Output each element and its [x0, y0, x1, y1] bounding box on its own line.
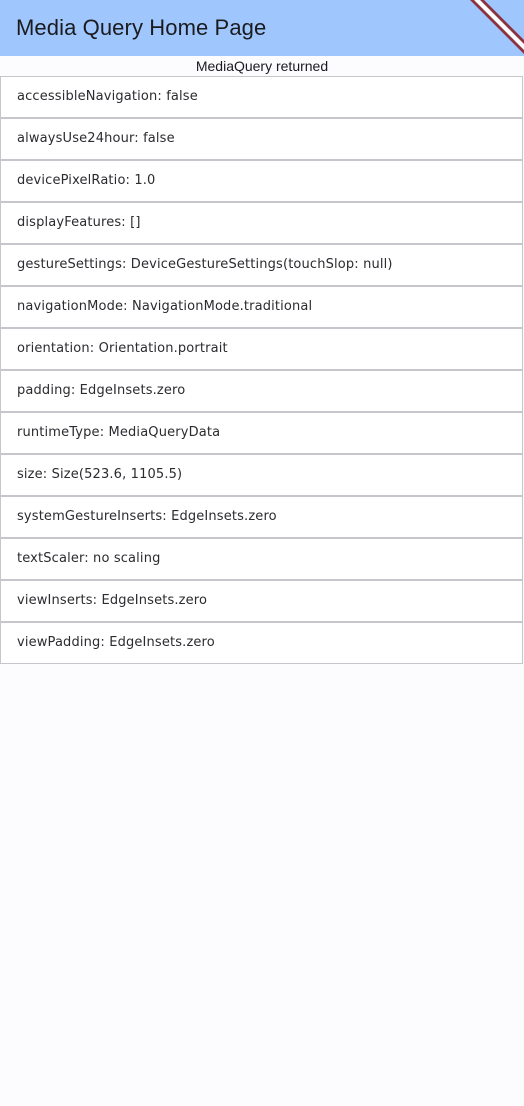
list-item-padding: padding: EdgeInsets.zero: [0, 370, 523, 412]
list-item-view-padding: viewPadding: EdgeInsets.zero: [0, 622, 523, 664]
list-item-label: gestureSettings: DeviceGestureSettings(t…: [17, 257, 393, 272]
debug-banner-icon: [462, 0, 524, 56]
media-query-subtitle: MediaQuery returned: [195, 58, 329, 74]
list-item-runtime-type: runtimeType: MediaQueryData: [0, 412, 523, 454]
list-item-orientation: orientation: Orientation.portrait: [0, 328, 523, 370]
list-item-accessible-navigation: accessibleNavigation: false: [0, 76, 523, 118]
list-item-size: size: Size(523.6, 1105.5): [0, 454, 523, 496]
list-item-label: textScaler: no scaling: [17, 551, 161, 566]
list-item-label: size: Size(523.6, 1105.5): [17, 467, 183, 482]
list-item-label: navigationMode: NavigationMode.tradition…: [17, 299, 313, 314]
list-item-system-gesture-inserts: systemGestureInserts: EdgeInsets.zero: [0, 496, 523, 538]
list-item-label: accessibleNavigation: false: [17, 89, 198, 104]
list-item-label: padding: EdgeInsets.zero: [17, 383, 186, 398]
app-bar: Media Query Home Page: [0, 0, 524, 56]
list-item-label: runtimeType: MediaQueryData: [17, 425, 221, 440]
list-item-label: devicePixelRatio: 1.0: [17, 173, 156, 188]
list-item-label: alwaysUse24hour: false: [17, 131, 175, 146]
list-item-view-inserts: viewInserts: EdgeInsets.zero: [0, 580, 523, 622]
app-bar-title: Media Query Home Page: [16, 15, 267, 40]
list-item-navigation-mode: navigationMode: NavigationMode.tradition…: [0, 286, 523, 328]
list-item-label: systemGestureInserts: EdgeInsets.zero: [17, 509, 277, 524]
list-item-gesture-settings: gestureSettings: DeviceGestureSettings(t…: [0, 244, 523, 286]
list-item-text-scaler: textScaler: no scaling: [0, 538, 523, 580]
list-item-always-use-24hour: alwaysUse24hour: false: [0, 118, 523, 160]
list-item-display-features: displayFeatures: []: [0, 202, 523, 244]
media-query-list: accessibleNavigation: false alwaysUse24h…: [0, 76, 524, 664]
list-item-label: viewInserts: EdgeInsets.zero: [17, 593, 208, 608]
list-item-device-pixel-ratio: devicePixelRatio: 1.0: [0, 160, 523, 202]
list-item-label: displayFeatures: []: [17, 215, 141, 230]
list-item-label: orientation: Orientation.portrait: [17, 341, 228, 356]
list-item-label: viewPadding: EdgeInsets.zero: [17, 635, 215, 650]
